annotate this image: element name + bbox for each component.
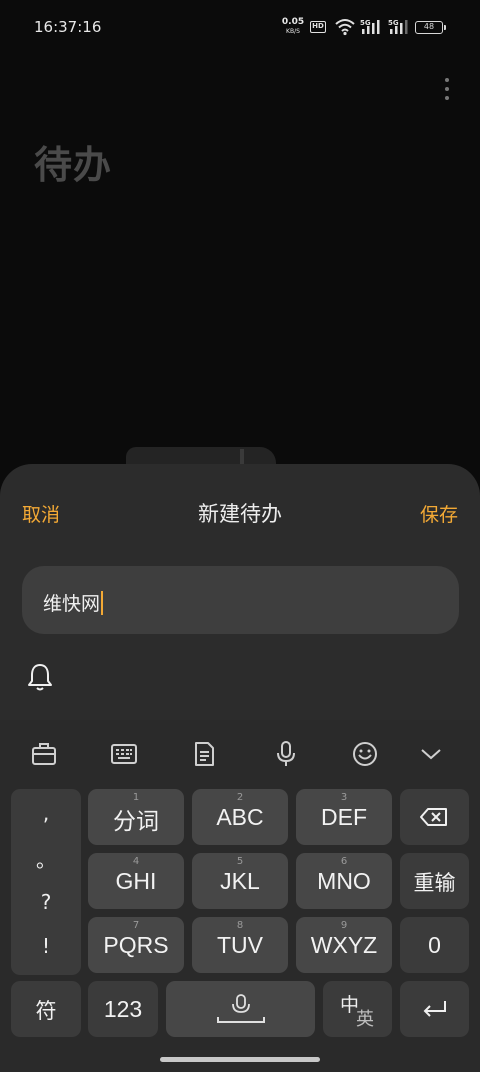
key-8[interactable]: 8 TUV [192,917,288,973]
key-hint: 7 [132,920,140,931]
language-switch-key[interactable]: 中 英 [323,981,392,1037]
enter-key[interactable] [400,981,469,1037]
key-6[interactable]: 6 MNO [296,853,392,909]
network-speed: 0.05 KB/S [281,18,305,36]
keyboard-toolbar [0,720,480,784]
key-2[interactable]: 2 ABC [192,789,288,845]
network-speed-value: 0.05 [281,17,305,27]
backspace-key[interactable] [400,789,469,845]
home-indicator[interactable] [160,1057,320,1062]
sheet-title: 新建待办 [198,502,282,526]
key-label: PQRS [103,932,169,958]
cancel-button[interactable]: 取消 [22,500,60,527]
key-label: GHI [115,868,157,894]
network-speed-unit: KB/S [286,28,300,35]
key-hint: 4 [132,856,140,867]
key-7[interactable]: 7 PQRS [88,917,184,973]
punctuation-exclamation[interactable]: ! [11,934,81,958]
key-label: 重输 [413,871,456,895]
wifi-icon [335,19,355,36]
todo-text-input[interactable]: 维快网 [22,566,459,634]
emoji-icon[interactable] [351,740,379,768]
more-options-icon[interactable] [436,78,458,104]
key-label: TUV [217,932,263,958]
space-key[interactable] [166,981,315,1037]
reinput-key[interactable]: 重输 [400,853,469,909]
symbol-key[interactable]: 符 [11,981,81,1037]
clipboard-icon[interactable] [190,740,218,768]
key-label: 123 [103,996,143,1022]
toolbox-icon[interactable] [30,740,58,768]
page-title: 待办 [34,143,113,187]
key-label: DEF [321,804,367,830]
key-hint: 5 [236,856,244,867]
key-4[interactable]: 4 GHI [88,853,184,909]
text-cursor [101,591,104,615]
key-hint: 6 [340,856,348,867]
backspace-icon [420,808,447,826]
punctuation-comma[interactable]: , [11,801,81,825]
key-label: 0 [428,932,441,958]
key-label: 分词 [113,809,159,835]
signal-1-label: 5G [360,19,371,27]
signal-5g-icon: 5G [360,19,380,34]
chevron-down-icon[interactable] [417,740,445,768]
status-bar: 16:37:16 0.05 KB/S HD 5G 5G 48 [0,0,480,56]
key-1[interactable]: 1 分词 [88,789,184,845]
key-label: WXYZ [310,932,378,958]
key-9[interactable]: 9 WXYZ [296,917,392,973]
microphone-icon[interactable] [272,740,300,768]
key-hint: 2 [236,792,244,803]
todo-text-wrapper: 维快网 [43,589,104,616]
bell-icon[interactable] [26,662,54,692]
key-5[interactable]: 5 JKL [192,853,288,909]
status-time: 16:37:16 [34,18,102,36]
key-hint: 3 [340,792,348,803]
hd-voice-badge: HD [310,21,326,33]
lang-en-label: 英 [356,1009,374,1030]
punctuation-question[interactable]: ? [11,890,81,914]
battery-icon: 48 [415,21,446,34]
key-0[interactable]: 0 [400,917,469,973]
signal-2-label: 5G [388,19,399,27]
enter-icon [423,1001,446,1017]
numeric-key[interactable]: 123 [88,981,158,1037]
key-hint: 9 [340,920,348,931]
todo-text-value: 维快网 [43,593,101,615]
voice-space-icon [217,994,265,1023]
punctuation-period[interactable]: 。 [11,844,81,873]
key-label: MNO [317,868,371,894]
key-label: 符 [35,999,57,1023]
key-label: ABC [216,804,264,830]
key-hint: 8 [236,920,244,931]
save-button[interactable]: 保存 [420,500,458,527]
key-3[interactable]: 3 DEF [296,789,392,845]
signal-5g-icon: 5G [388,19,408,34]
keyboard-layout-icon[interactable] [110,740,138,768]
key-label: JKL [220,868,260,894]
punctuation-list[interactable]: , 。 ? ! [11,789,81,975]
